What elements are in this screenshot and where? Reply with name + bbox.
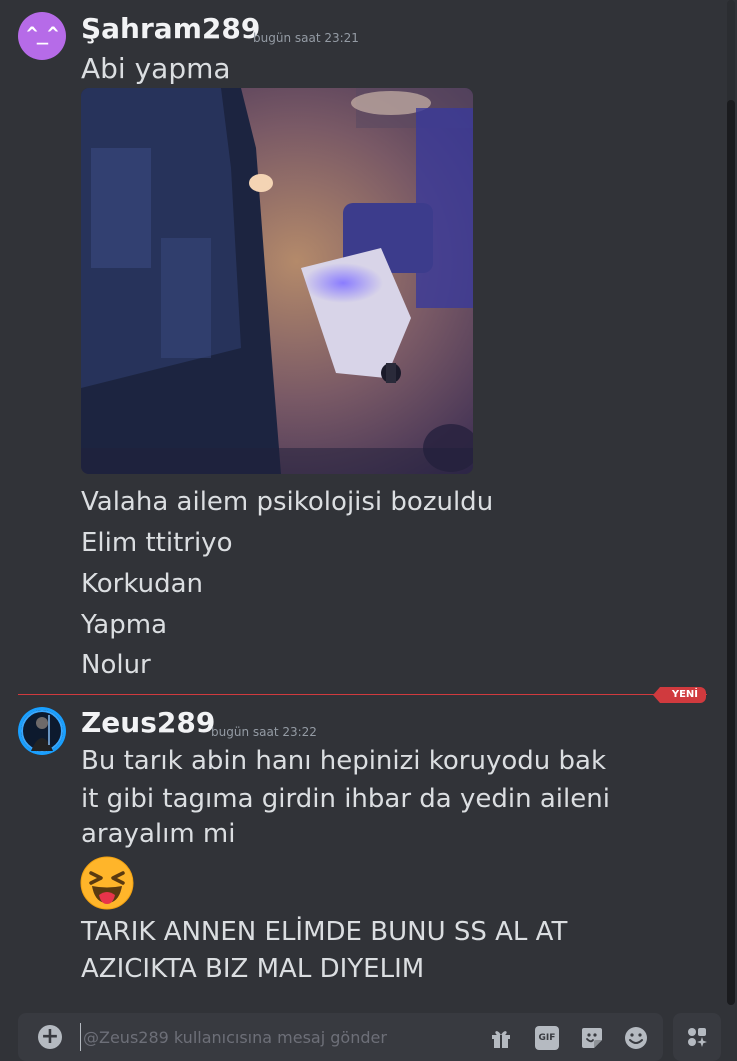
avatar-face-icon: ^_^ [26,23,58,45]
message-text: AZICIKTA BIZ MAL DIYELIM [81,954,425,984]
sticker-icon[interactable] [580,1026,604,1050]
gift-icon[interactable] [489,1026,513,1050]
emoji-icon[interactable] [624,1026,648,1050]
message-text: it gibi tagıma girdin ihbar da yedin ail… [81,784,610,814]
plus-icon[interactable]: + [38,1025,62,1049]
squinting-face-with-tongue-icon[interactable] [79,855,135,911]
attachment-image [81,88,473,474]
new-messages-divider [18,694,707,695]
avatar-figure-icon [21,710,63,752]
message-text: Nolur [81,650,151,680]
message-text: Abi yapma [81,52,231,85]
scrollbar-thumb[interactable] [727,100,735,1005]
avatar-sahram289[interactable]: ^_^ [18,12,66,60]
message-timestamp: bugün saat 23:22 [211,725,317,739]
username-zeus289[interactable]: Zeus289 [81,706,215,739]
message-input[interactable] [80,1023,423,1051]
apps-icon [688,1028,707,1047]
apps-button[interactable] [673,1013,721,1061]
message-text: Bu tarık abin hanı hepinizi koruyodu bak [81,746,607,776]
message-text: Valaha ailem psikolojisi bozuldu [81,487,494,517]
video-attachment[interactable] [81,88,473,474]
message-text: Elim ttitriyo [81,528,233,558]
message-text: Korkudan [81,569,204,599]
message-text: Yapma [81,610,167,640]
message-timestamp: bugün saat 23:21 [253,31,359,45]
avatar-zeus289[interactable] [18,707,66,755]
new-messages-badge: YENİ [652,687,706,703]
username-sahram289[interactable]: Şahram289 [81,12,260,45]
message-composer: + GIF [18,1013,663,1061]
gif-icon[interactable]: GIF [535,1026,559,1050]
message-text: TARIK ANNEN ELİMDE BUNU SS AL AT [81,917,568,947]
message-text: arayalım mi [81,819,236,849]
